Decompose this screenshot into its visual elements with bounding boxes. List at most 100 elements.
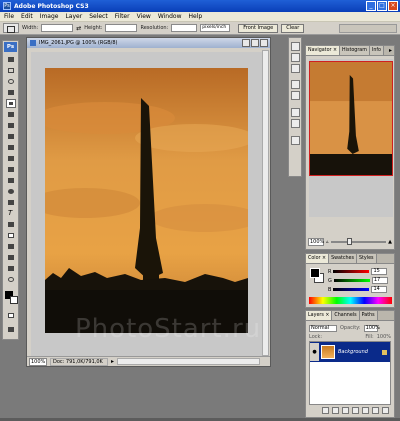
adjustment-layer-icon[interactable]: [352, 407, 359, 414]
doc-minimize-button[interactable]: [242, 39, 250, 47]
red-slider[interactable]: [333, 270, 370, 273]
tab-navigator[interactable]: Navigator ×: [306, 46, 341, 55]
layer-name: Background: [338, 349, 368, 355]
magic-wand-tool-icon[interactable]: [6, 88, 16, 97]
color-foreground-swatch[interactable]: [310, 268, 320, 278]
eraser-tool-icon[interactable]: [6, 165, 16, 174]
close-button[interactable]: ×: [388, 1, 398, 11]
notes-tool-icon[interactable]: [6, 242, 16, 251]
status-menu-arrow-icon[interactable]: ▸: [111, 358, 114, 365]
slice-tool-icon[interactable]: [6, 110, 16, 119]
screen-mode-icon[interactable]: [6, 325, 16, 334]
color-spectrum-ramp[interactable]: [309, 297, 392, 304]
zoom-level-field[interactable]: 100%: [29, 357, 47, 366]
crop-tool-preset-picker[interactable]: [3, 23, 19, 33]
pen-tool-icon[interactable]: [6, 198, 16, 207]
dodge-tool-icon[interactable]: [6, 187, 16, 196]
tab-styles[interactable]: Styles: [357, 254, 377, 263]
tab-paths[interactable]: Paths: [359, 311, 378, 320]
zoom-slider-knob[interactable]: [347, 237, 353, 245]
delete-layer-icon[interactable]: [382, 407, 389, 414]
menu-view[interactable]: View: [137, 13, 151, 20]
horizontal-scrollbar[interactable]: [117, 358, 260, 365]
zoom-out-icon[interactable]: ▵: [326, 239, 329, 245]
swap-dimensions-icon[interactable]: ⇄: [76, 25, 81, 32]
blend-mode-select[interactable]: Normal: [309, 324, 337, 332]
actions-panel-icon[interactable]: [291, 91, 300, 100]
minimize-button[interactable]: _: [366, 1, 376, 11]
type-tool-icon[interactable]: T: [6, 209, 16, 218]
doc-maximize-button[interactable]: [251, 39, 259, 47]
height-input[interactable]: [105, 24, 138, 32]
vertical-scrollbar[interactable]: [262, 50, 269, 356]
zoom-tool-icon[interactable]: [6, 275, 16, 284]
healing-brush-tool-icon[interactable]: [6, 121, 16, 130]
gradient-tool-icon[interactable]: [6, 176, 16, 185]
menu-select[interactable]: Select: [89, 13, 108, 20]
tab-layers[interactable]: Layers ×: [306, 311, 333, 320]
hand-tool-icon[interactable]: [6, 264, 16, 273]
green-slider[interactable]: [333, 279, 370, 282]
tab-color[interactable]: Color ×: [306, 254, 330, 263]
history-brush-tool-icon[interactable]: [6, 154, 16, 163]
resolution-unit-select[interactable]: pixels/inch: [200, 24, 231, 32]
eyedropper-tool-icon[interactable]: [6, 253, 16, 262]
document-title-bar[interactable]: IMG_2061.JPG @ 100% (RGB/8): [27, 38, 270, 48]
navigator-zoom-slider[interactable]: [330, 237, 387, 245]
layer-mask-icon[interactable]: [342, 407, 349, 414]
clear-button[interactable]: Clear: [281, 23, 305, 33]
clone-source-panel-icon[interactable]: [291, 64, 300, 73]
front-image-button[interactable]: Front Image: [238, 23, 279, 33]
paragraph-panel-icon[interactable]: [291, 119, 300, 128]
maximize-button[interactable]: □: [377, 1, 387, 11]
path-selection-tool-icon[interactable]: [6, 220, 16, 229]
character-panel-icon[interactable]: [291, 108, 300, 117]
menu-help[interactable]: Help: [189, 13, 203, 20]
clone-stamp-tool-icon[interactable]: [6, 143, 16, 152]
lasso-tool-icon[interactable]: [6, 77, 16, 86]
green-value[interactable]: 17: [371, 277, 388, 284]
crop-tool-icon[interactable]: [6, 99, 16, 108]
opacity-field[interactable]: 100%: [363, 324, 380, 332]
menu-filter[interactable]: Filter: [115, 13, 130, 20]
navigator-view-box[interactable]: [309, 61, 393, 176]
layer-style-icon[interactable]: [332, 407, 339, 414]
visibility-eye-icon[interactable]: ●: [310, 343, 319, 361]
layer-row-background[interactable]: ● Background: [310, 342, 390, 362]
doc-close-button[interactable]: [260, 39, 268, 47]
shape-tool-icon[interactable]: [6, 231, 16, 240]
blue-slider[interactable]: [333, 288, 370, 291]
tab-info[interactable]: Info: [369, 46, 384, 55]
move-tool-icon[interactable]: [6, 55, 16, 64]
menu-image[interactable]: Image: [40, 13, 59, 20]
layer-list: ● Background: [309, 341, 391, 405]
background-color-swatch[interactable]: [10, 296, 18, 304]
resolution-input[interactable]: [171, 24, 198, 32]
canvas-area[interactable]: PhotoStart.ru: [31, 52, 268, 356]
tool-presets-panel-icon[interactable]: [291, 53, 300, 62]
fill-field[interactable]: 100%: [377, 334, 391, 340]
brushes-panel-icon[interactable]: [291, 42, 300, 51]
navigator-zoom-field[interactable]: 100%: [308, 237, 324, 246]
tab-channels[interactable]: Channels: [332, 311, 360, 320]
menu-window[interactable]: Window: [158, 13, 182, 20]
tab-swatches[interactable]: Swatches: [329, 254, 357, 263]
zoom-in-icon[interactable]: ▲: [388, 239, 392, 245]
tab-histogram[interactable]: Histogram: [340, 46, 370, 55]
palette-well[interactable]: [339, 24, 397, 33]
width-input[interactable]: [41, 24, 74, 32]
marquee-tool-icon[interactable]: [6, 66, 16, 75]
menu-edit[interactable]: Edit: [21, 13, 33, 20]
red-value[interactable]: 15: [371, 268, 388, 275]
new-layer-icon[interactable]: [372, 407, 379, 414]
menu-layer[interactable]: Layer: [65, 13, 82, 20]
history-panel-icon[interactable]: [291, 80, 300, 89]
layer-comps-panel-icon[interactable]: [291, 136, 300, 145]
quick-mask-icon[interactable]: [6, 311, 16, 320]
navigator-menu-icon[interactable]: ▸: [389, 47, 392, 54]
link-layers-icon[interactable]: [322, 407, 329, 414]
menu-file[interactable]: File: [4, 13, 14, 20]
new-group-icon[interactable]: [362, 407, 369, 414]
blue-value[interactable]: 14: [371, 286, 388, 293]
brush-tool-icon[interactable]: [6, 132, 16, 141]
